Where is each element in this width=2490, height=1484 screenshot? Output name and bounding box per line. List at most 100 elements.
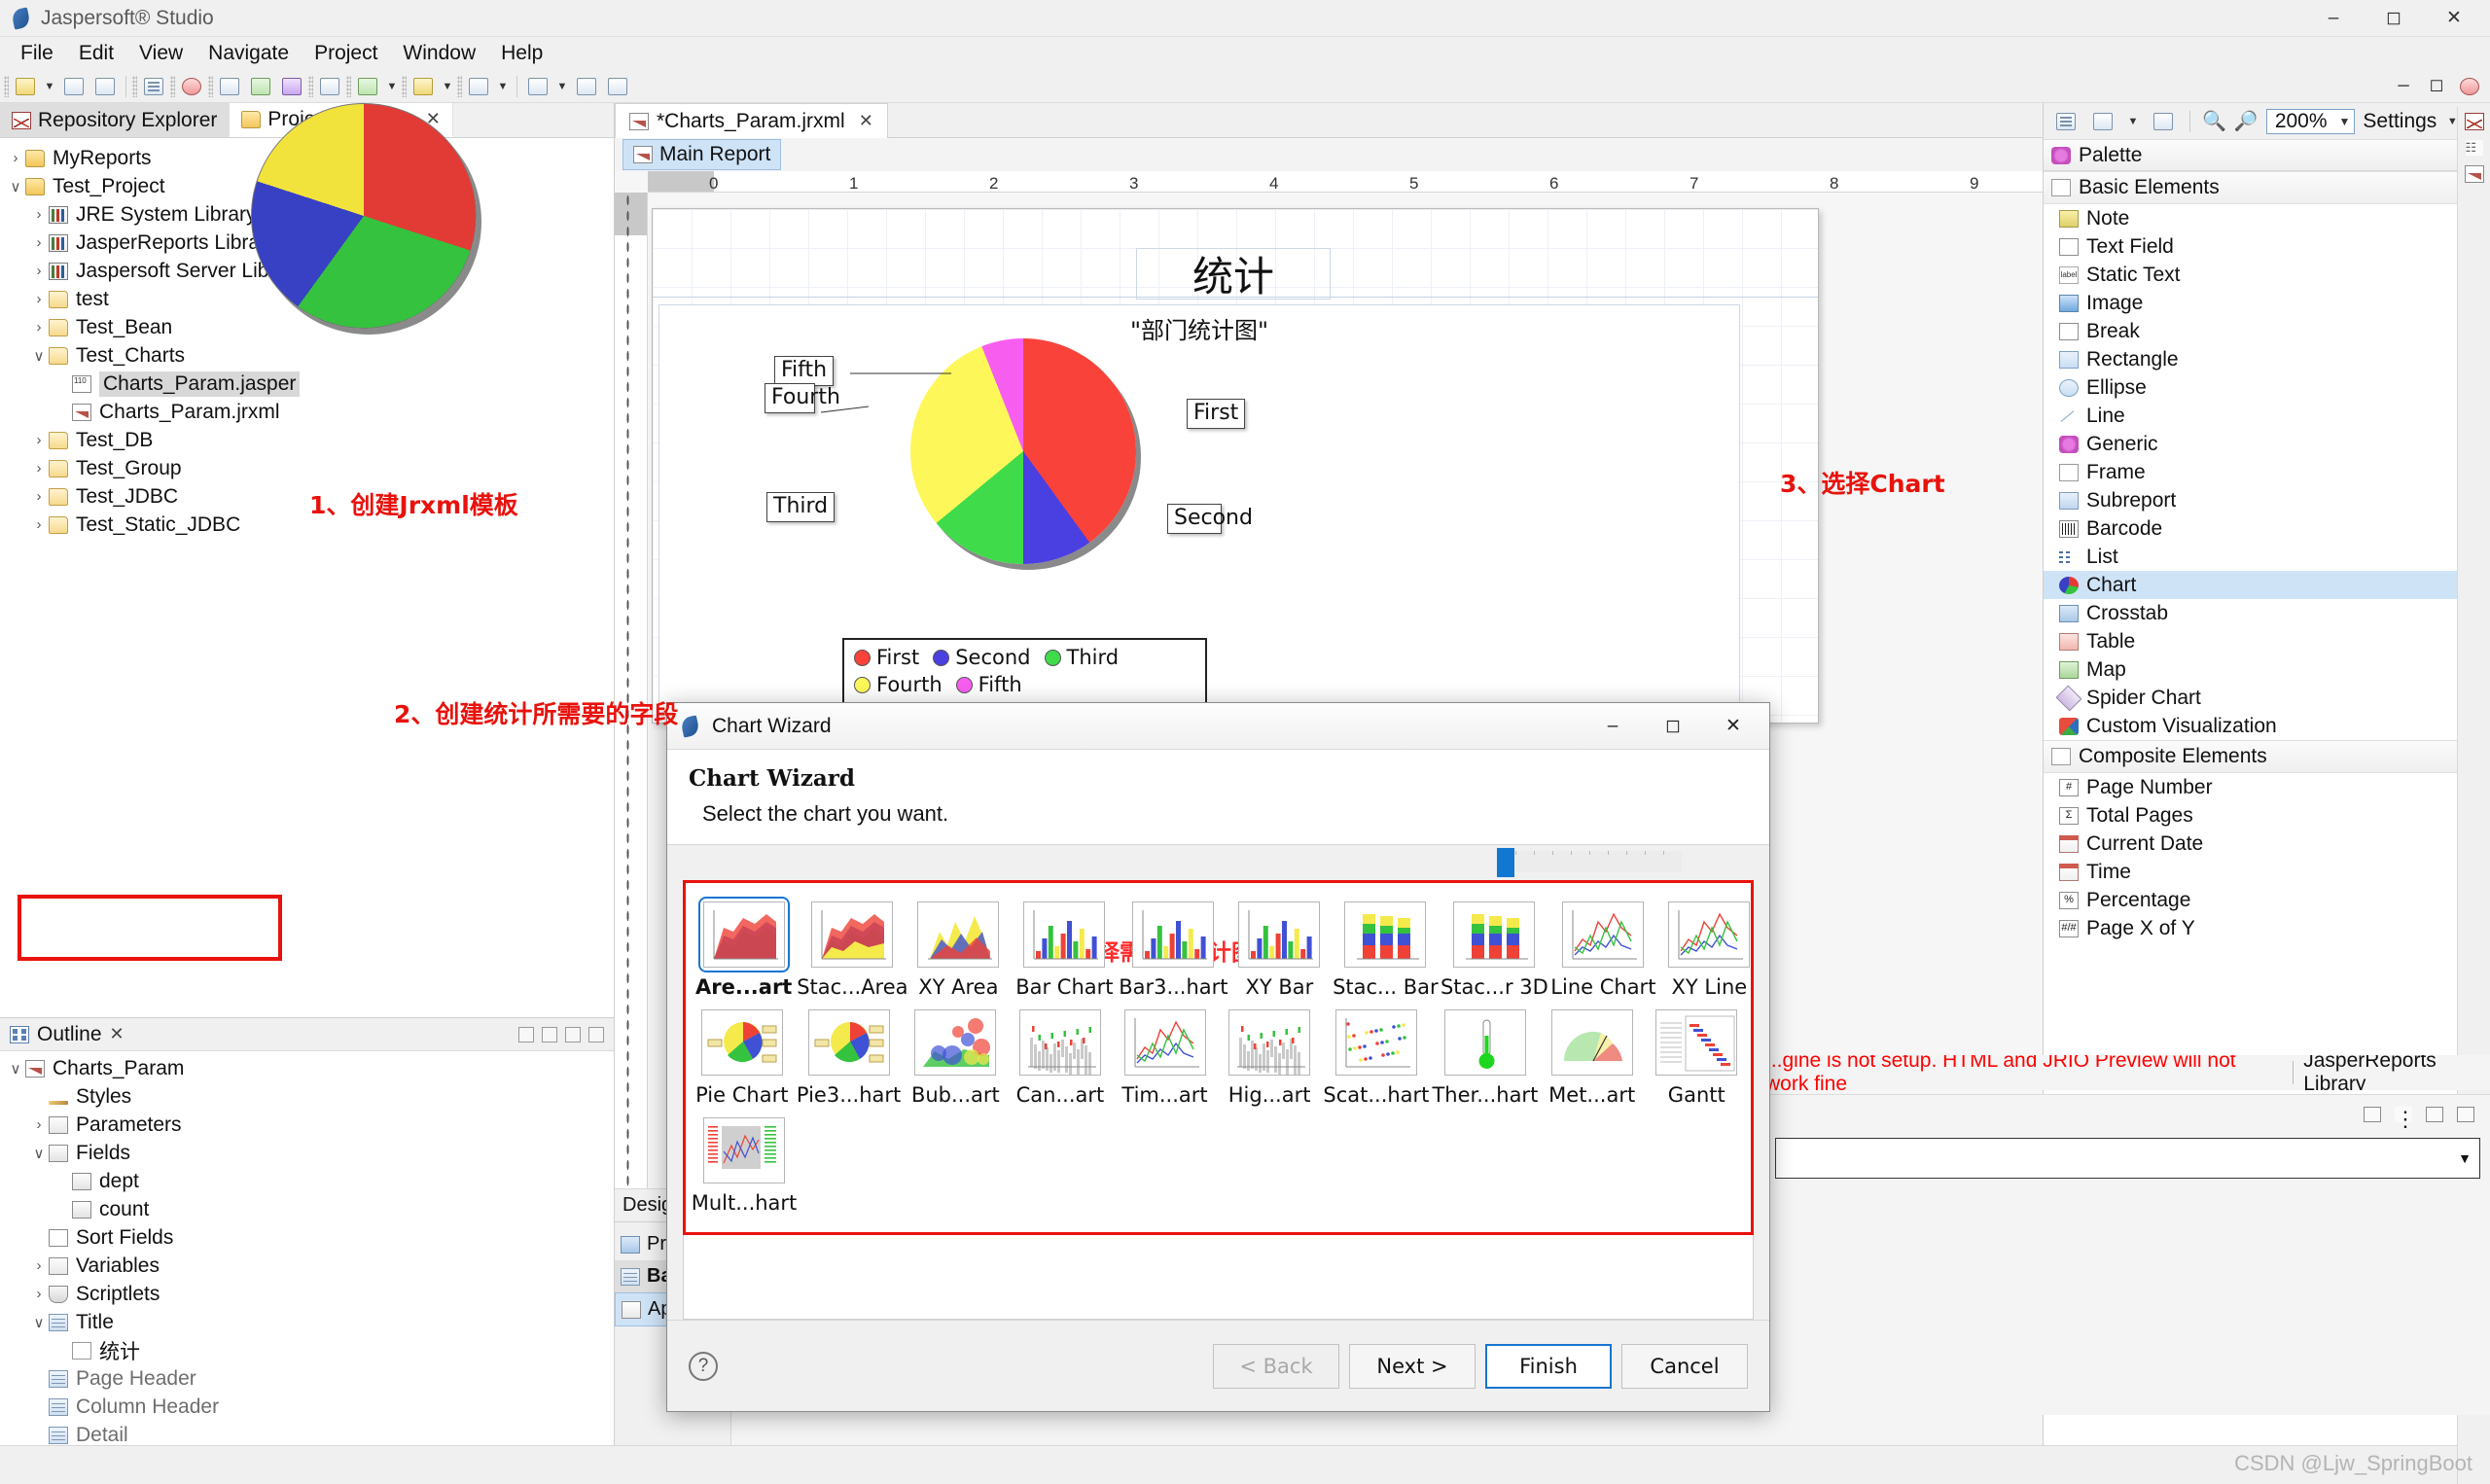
palette-item-page-number[interactable]: # Page Number — [2044, 773, 2490, 801]
palette-item-line[interactable]: Line — [2044, 402, 2490, 430]
new-view-icon[interactable] — [2364, 1107, 2381, 1122]
chevron-right-icon[interactable]: › — [6, 150, 25, 166]
chevron-down-icon[interactable]: ∨ — [29, 1145, 49, 1162]
minimize-icon[interactable] — [2426, 1107, 2443, 1122]
palette-item-page-x-of-y[interactable]: #/# Page X of Y — [2044, 914, 2490, 942]
chevron-right-icon[interactable]: › — [29, 516, 49, 533]
title-band-text[interactable]: 统计 — [1136, 248, 1331, 300]
chevron-right-icon[interactable]: › — [29, 291, 49, 307]
toolbar-drag-handle-7[interactable] — [402, 75, 407, 97]
outline-item-title[interactable]: ∨ Title — [0, 1308, 614, 1336]
chevron-right-icon[interactable]: › — [29, 1257, 49, 1274]
toolbar-drag-handle-4[interactable] — [208, 75, 213, 97]
chart-type-option-bar-chart[interactable]: Bar Chart — [1015, 897, 1114, 999]
new-report-button[interactable] — [11, 73, 40, 100]
close-icon[interactable]: ✕ — [859, 111, 873, 131]
save-button[interactable] — [59, 73, 89, 100]
subtab-main-report[interactable]: Main Report — [622, 139, 782, 170]
maximize-icon[interactable] — [588, 1026, 604, 1042]
perspective-minimize-icon[interactable]: ─ — [2389, 73, 2418, 100]
minimize-icon[interactable] — [565, 1026, 581, 1042]
pie-chart-element[interactable]: "部门统计图" Fifth Fourth Third First Second … — [658, 304, 1740, 713]
new-jrxml-button[interactable] — [215, 73, 244, 100]
menu-item-help[interactable]: Help — [488, 38, 555, 69]
finish-button[interactable]: Finish — [1485, 1343, 1612, 1389]
palette-item-image[interactable]: Image — [2044, 289, 2490, 317]
palette-item-list[interactable]: List — [2044, 543, 2490, 571]
outline-item-charts-param[interactable]: ∨ Charts_Param — [0, 1054, 614, 1082]
toolbar-drag-handle[interactable] — [4, 75, 9, 97]
preview-dropdown[interactable]: ▼ — [554, 73, 570, 100]
chevron-right-icon[interactable]: › — [29, 234, 49, 251]
chart-type-option-stacked-area[interactable]: Stac...Area — [797, 897, 908, 999]
palette-item-barcode[interactable]: Barcode — [2044, 514, 2490, 543]
chart-type-option-pie3d-chart[interactable]: Pie3...hart — [797, 1005, 901, 1107]
palette-section-composite-elements[interactable]: Composite Elements« — [2044, 740, 2490, 773]
project-tree-item-test-group[interactable]: › Test_Group — [0, 454, 614, 482]
outline-tree[interactable]: ∨ Charts_Param Styles › Parameters ∨ Fields dep… — [0, 103, 614, 1445]
project-tree-item-test-db[interactable]: › Test_DB — [0, 426, 614, 454]
dataset-dropdown-icon[interactable]: ▼ — [2125, 108, 2141, 135]
chart-type-option-thermometer-chart[interactable]: Ther...hart — [1432, 1005, 1538, 1107]
project-tree-item-test-bean[interactable]: › Test_Bean — [0, 313, 614, 341]
palette-item-current-date[interactable]: Current Date — [2044, 830, 2490, 858]
menu-item-project[interactable]: Project — [302, 38, 390, 69]
close-icon[interactable]: ✕ — [110, 1024, 124, 1044]
save-all-button[interactable] — [90, 73, 120, 100]
outline-item-fields[interactable]: ∨ Fields — [0, 1139, 614, 1167]
chevron-down-icon[interactable]: ∨ — [6, 178, 25, 195]
chevron-right-icon[interactable]: › — [29, 206, 49, 223]
palette-item-ellipse[interactable]: Ellipse — [2044, 373, 2490, 402]
restore-icon[interactable]: ☷ — [2465, 140, 2483, 156]
project-tree-item-test-jdbc[interactable]: › Test_JDBC — [0, 482, 614, 511]
menu-item-edit[interactable]: Edit — [66, 38, 126, 69]
chart-type-option-gantt-chart[interactable]: Gantt — [1650, 1005, 1743, 1107]
minimize-button[interactable]: – — [2303, 1, 2364, 36]
help-icon[interactable]: ? — [689, 1351, 718, 1381]
chart-type-gallery[interactable]: 选择需要的统计图 Are...artStac...AreaXY AreaBar … — [686, 887, 1751, 1232]
palette-section-basic-elements[interactable]: Basic Elements« — [2044, 171, 2490, 204]
chevron-right-icon[interactable]: › — [29, 263, 49, 279]
distribute-button[interactable] — [603, 73, 632, 100]
wizard-button[interactable] — [277, 73, 306, 100]
palette-item-spider-chart[interactable]: Spider Chart — [2044, 684, 2490, 712]
outline-item-parameters[interactable]: › Parameters — [0, 1111, 614, 1139]
menu-item-view[interactable]: View — [126, 38, 196, 69]
menu-item-navigate[interactable]: Navigate — [196, 38, 302, 69]
perspective-report-icon[interactable] — [2455, 73, 2484, 100]
chevron-right-icon[interactable]: › — [29, 319, 49, 336]
chart-type-option-candlestick-chart[interactable]: Can...art — [1014, 1005, 1107, 1107]
palette-item-subreport[interactable]: Subreport — [2044, 486, 2490, 514]
chart-type-option-xy-area[interactable]: XY Area — [912, 897, 1004, 999]
report-page[interactable]: 统计 "部门统计图" Fifth Fourth Third First Seco… — [652, 208, 1819, 724]
chart-type-option-meter-chart[interactable]: Met...art — [1546, 1005, 1639, 1107]
format-brush-button[interactable] — [409, 73, 438, 100]
back-button[interactable]: < Back — [1213, 1343, 1339, 1389]
project-tree-item-test-static-jdbc[interactable]: › Test_Static_JDBC — [0, 511, 614, 539]
collapse-all-icon[interactable] — [518, 1026, 534, 1042]
palette-item-text-field[interactable]: Text Field — [2044, 232, 2490, 261]
chart-type-option-stacked-bar[interactable]: Stac... Bar — [1333, 897, 1439, 999]
palette-item-note[interactable]: Note — [2044, 204, 2490, 232]
compile-icon[interactable] — [2149, 108, 2178, 135]
repository-shortcut-icon[interactable] — [2464, 113, 2484, 130]
dialog-minimize-button[interactable]: – — [1583, 704, 1643, 749]
close-button[interactable]: ✕ — [2424, 1, 2484, 36]
maximize-button[interactable]: ◻ — [2364, 1, 2424, 36]
dataset-icon[interactable] — [2088, 108, 2117, 135]
chevron-right-icon[interactable]: › — [29, 432, 49, 448]
report-outline-icon[interactable] — [2051, 108, 2081, 135]
outline-item-count[interactable]: count — [0, 1195, 614, 1223]
toolbar-drag-handle-2[interactable] — [132, 75, 137, 97]
chart-type-option-xy-bar[interactable]: XY Bar — [1233, 897, 1325, 999]
chart-type-option-area-chart[interactable]: Are...art — [695, 897, 792, 999]
chart-type-option-high-low-chart[interactable]: Hig...art — [1223, 1005, 1316, 1107]
palette-item-chart[interactable]: Chart — [2044, 571, 2490, 599]
outline-item-variables[interactable]: › Variables — [0, 1252, 614, 1280]
toolbar-drag-handle-3[interactable] — [170, 75, 175, 97]
perspective-maximize-icon[interactable]: ☐ — [2422, 73, 2451, 100]
chart-type-option-line-chart[interactable]: Line Chart — [1550, 897, 1655, 999]
run-dropdown[interactable]: ▼ — [384, 73, 400, 100]
chart-type-option-bubble-chart[interactable]: Bub...art — [909, 1005, 1003, 1107]
preview-button[interactable] — [523, 73, 552, 100]
